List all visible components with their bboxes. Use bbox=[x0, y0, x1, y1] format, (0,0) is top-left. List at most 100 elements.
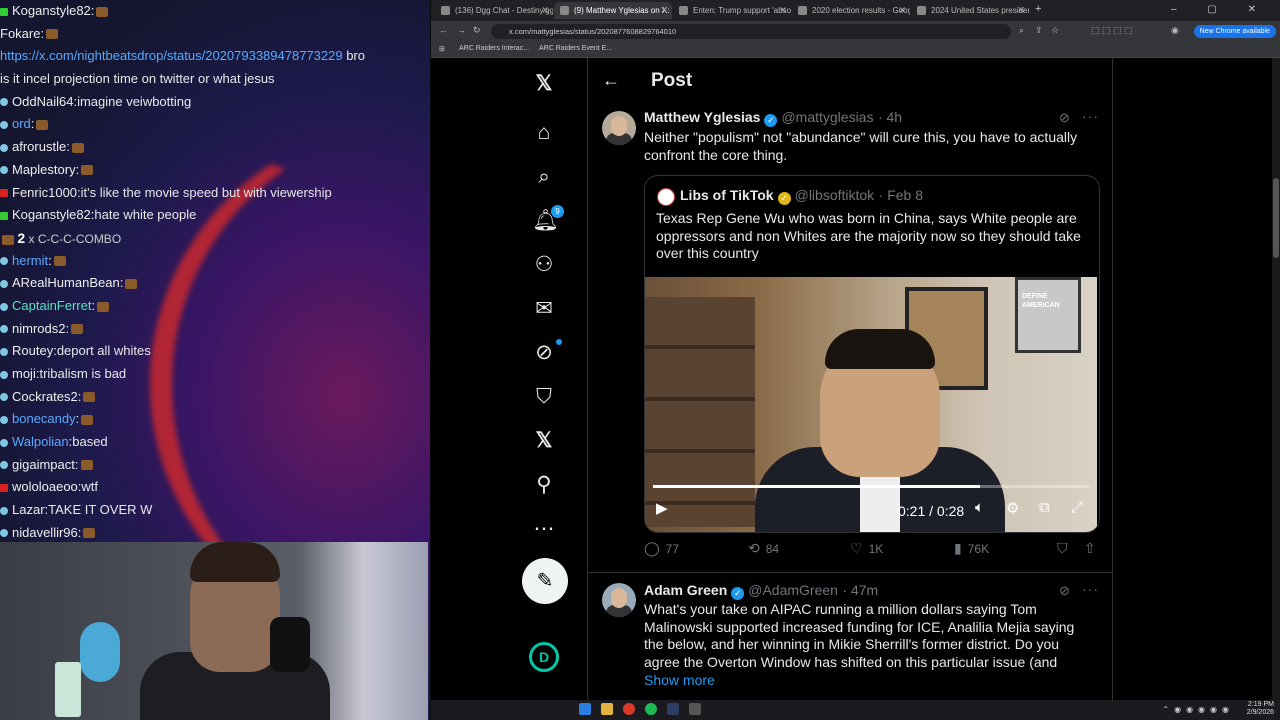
chat-username[interactable]: Walpolian bbox=[12, 434, 69, 449]
close-tab-icon[interactable]: ✕ bbox=[660, 2, 668, 19]
more-options-icon[interactable]: ··· bbox=[1082, 108, 1099, 124]
show-more-link[interactable]: Show more bbox=[644, 672, 715, 688]
play-icon[interactable]: ▶ bbox=[656, 499, 668, 517]
compose-post-button[interactable]: ✎ bbox=[522, 558, 568, 604]
file-explorer-icon[interactable] bbox=[601, 703, 613, 715]
clock[interactable]: 2:19 PM 2/9/2026 bbox=[1247, 701, 1274, 717]
star-icon[interactable]: ☆ bbox=[1051, 25, 1059, 36]
chat-username[interactable]: bonecandy bbox=[12, 411, 76, 426]
video-player[interactable]: DEFINE AMERICAN ▶ 0:21 / 0:28 🔈︎ ⚙ ⧉ ⤢ bbox=[645, 277, 1097, 532]
close-tab-icon[interactable]: ✕ bbox=[779, 2, 787, 19]
chat-username[interactable]: ARealHumanBean bbox=[12, 275, 120, 290]
app-icon[interactable] bbox=[689, 703, 701, 715]
zoom-icon[interactable]: ⌕ bbox=[1019, 25, 1024, 36]
x-logo-icon[interactable]: 𝕏 bbox=[532, 72, 556, 96]
profile-icon[interactable]: ◉ bbox=[1171, 25, 1179, 36]
reply-button[interactable]: ◯ 77 bbox=[644, 540, 679, 557]
chat-username[interactable]: Koganstyle82 bbox=[12, 207, 91, 222]
author-handle[interactable]: @AdamGreen bbox=[748, 582, 838, 598]
share-button[interactable]: ⇧ bbox=[1084, 540, 1102, 557]
close-tab-icon[interactable]: ✕ bbox=[898, 2, 906, 19]
people-icon[interactable]: ⚇ bbox=[532, 253, 556, 277]
bookmark-button[interactable]: ⛉ bbox=[1057, 540, 1074, 557]
start-icon[interactable] bbox=[579, 703, 591, 715]
home-icon[interactable]: ⌂ bbox=[532, 121, 556, 145]
chat-username[interactable]: hermit bbox=[12, 253, 48, 268]
system-tray[interactable]: ⌃◉◉◉◉◉ bbox=[1162, 705, 1234, 714]
page-scrollbar[interactable] bbox=[1272, 58, 1280, 700]
new-tab-button[interactable]: + bbox=[1035, 3, 1041, 15]
spotify-icon[interactable] bbox=[645, 703, 657, 715]
share-icon[interactable]: ⇪ bbox=[1035, 25, 1043, 36]
video-progress-bar[interactable] bbox=[653, 485, 1089, 488]
quoted-tweet[interactable]: Libs of TikTok ✓ @libsoftiktok · Feb 8 Tex… bbox=[644, 175, 1100, 533]
x-premium-icon[interactable]: 𝕏 bbox=[532, 429, 556, 453]
profile-icon[interactable]: ⚲ bbox=[532, 473, 556, 497]
grok-icon[interactable]: ⊘ bbox=[532, 339, 562, 365]
browser-tab[interactable]: Enten: Trump support 'absolute✕ bbox=[673, 2, 791, 19]
search-icon[interactable]: ⌕ bbox=[532, 165, 556, 189]
back-icon[interactable]: ← bbox=[439, 25, 448, 35]
extension-logo-icon[interactable]: D bbox=[529, 642, 559, 672]
close-tab-icon[interactable]: ✕ bbox=[1017, 2, 1025, 19]
chat-username[interactable]: Routey bbox=[12, 343, 53, 358]
avatar[interactable] bbox=[602, 111, 636, 145]
forward-icon[interactable]: → bbox=[457, 25, 466, 35]
view-count: 76K bbox=[967, 542, 990, 556]
chat-username[interactable]: nidavellir96 bbox=[12, 525, 78, 540]
chat-link[interactable]: https://x.com/nightbeatsdrop/status/2020… bbox=[0, 48, 343, 63]
chat-username[interactable]: Cockrates2 bbox=[12, 389, 78, 404]
bookmark-icon[interactable]: ⛉ bbox=[532, 385, 556, 409]
url-field[interactable]: x.com/mattyglesias/status/20208776088297… bbox=[491, 24, 1011, 39]
browser-tab[interactable]: 2020 election results - Google S✕ bbox=[792, 2, 910, 19]
bookmark-2[interactable]: ARC Raiders Event E... bbox=[539, 45, 612, 52]
chat-username[interactable]: wololoaeoo bbox=[12, 479, 78, 494]
fullscreen-icon[interactable]: ⤢ bbox=[1071, 499, 1083, 516]
grok-explain-icon[interactable]: ⊘ bbox=[1059, 110, 1070, 126]
chat-username[interactable]: CaptainFerret bbox=[12, 298, 91, 313]
chat-username[interactable]: gigaimpact bbox=[12, 457, 75, 472]
author-handle[interactable]: @mattyglesias bbox=[781, 109, 873, 125]
chat-username[interactable]: nimrods2 bbox=[12, 321, 65, 336]
chat-username[interactable]: Fokare bbox=[0, 26, 40, 41]
reload-icon[interactable]: ↻ bbox=[473, 25, 481, 36]
close-tab-icon[interactable]: ✕ bbox=[541, 2, 549, 19]
chat-username[interactable]: moji bbox=[12, 366, 36, 381]
chrome-icon[interactable] bbox=[623, 703, 635, 715]
back-arrow-icon[interactable]: ← bbox=[602, 70, 620, 91]
more-options-icon[interactable]: ··· bbox=[1082, 581, 1099, 597]
tweet-time[interactable]: · 4h bbox=[878, 109, 902, 125]
volume-icon[interactable]: 🔈︎ bbox=[975, 499, 984, 516]
repost-button[interactable]: ⟲ 84 bbox=[748, 540, 779, 557]
views-button[interactable]: ▮ 76K bbox=[954, 540, 989, 557]
like-button[interactable]: ♡ 1K bbox=[850, 540, 883, 557]
bell-icon[interactable]: 🔔︎ 9 bbox=[532, 205, 564, 233]
extensions-icon[interactable]: ⬚ ⬚ ⬚ ⬚ bbox=[1091, 25, 1133, 36]
chat-username[interactable]: afrorustle bbox=[12, 139, 66, 154]
avatar[interactable] bbox=[602, 583, 636, 617]
new-chrome-button[interactable]: New Chrome available bbox=[1193, 25, 1276, 38]
author-name[interactable]: Adam Green bbox=[644, 582, 727, 598]
tweet-time[interactable]: · 47m bbox=[842, 582, 878, 598]
chat-username[interactable]: Fenric1000 bbox=[12, 185, 77, 200]
chat-username[interactable]: Koganstyle82 bbox=[12, 3, 91, 18]
apps-icon[interactable]: ⊞ bbox=[439, 45, 445, 53]
scroll-thumb[interactable] bbox=[1273, 178, 1279, 258]
window-controls[interactable]: – ▢ ✕ bbox=[1171, 4, 1270, 15]
browser-tab[interactable]: (136) Dgg Chat - Destiny.gg ✕ bbox=[435, 2, 553, 19]
pip-icon[interactable]: ⧉ bbox=[1039, 499, 1050, 516]
steam-icon[interactable] bbox=[667, 703, 679, 715]
chat-username[interactable]: Lazar bbox=[12, 502, 45, 517]
chat-username[interactable]: ord bbox=[12, 116, 31, 131]
mail-icon[interactable]: ✉ bbox=[532, 297, 556, 321]
author-name[interactable]: Matthew Yglesias bbox=[644, 109, 760, 125]
settings-icon[interactable]: ⚙ bbox=[1006, 499, 1019, 517]
more-icon[interactable]: ⋯ bbox=[532, 517, 556, 541]
browser-tab[interactable]: (9) Matthew Yglesias on X: "Ne✕ bbox=[554, 2, 672, 19]
chat-colon: : bbox=[91, 297, 96, 313]
bookmark-1[interactable]: ARC Raiders Interac... bbox=[459, 45, 529, 52]
chat-username[interactable]: Maplestory bbox=[12, 162, 76, 177]
browser-tab[interactable]: 2024 United States presidential✕ bbox=[911, 2, 1029, 19]
chat-username[interactable]: OddNail64 bbox=[12, 94, 73, 109]
grok-explain-icon[interactable]: ⊘ bbox=[1059, 583, 1070, 599]
